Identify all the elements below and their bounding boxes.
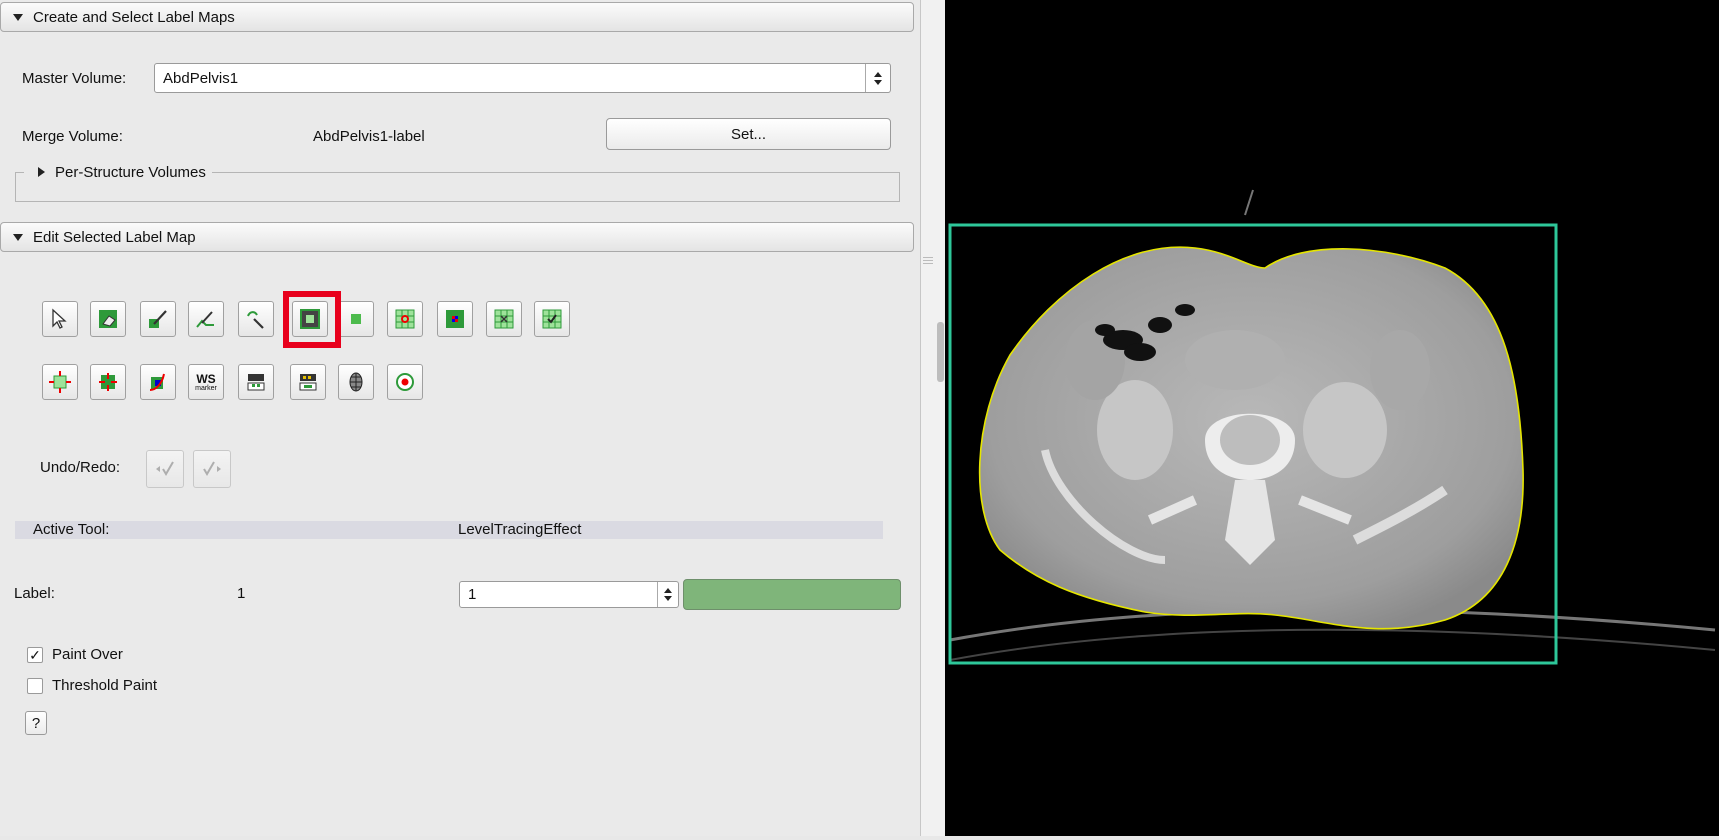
- scroll-handle[interactable]: [937, 322, 944, 382]
- merge-volume-value: AbdPelvis1-label: [313, 128, 425, 145]
- expand-arrow-icon: [38, 167, 45, 177]
- edit-label-map-section-header[interactable]: Edit Selected Label Map: [0, 222, 914, 252]
- master-volume-value: AbdPelvis1: [163, 69, 239, 87]
- default-tool-button[interactable]: [42, 301, 78, 337]
- change-label-button[interactable]: [140, 364, 176, 400]
- change-label-icon: [149, 373, 165, 391]
- pencil-draw-icon: [196, 311, 214, 328]
- eraser-icon: [99, 310, 117, 328]
- grow-cut-icon: [247, 374, 265, 391]
- draw-effect-button[interactable]: [188, 301, 224, 337]
- label-spinbox[interactable]: 1: [459, 581, 679, 608]
- watershed-marker-button[interactable]: WS marker: [188, 364, 224, 400]
- remove-grid-icon: [494, 309, 514, 329]
- master-volume-combobox[interactable]: AbdPelvis1: [154, 63, 891, 93]
- section-title: Edit Selected Label Map: [33, 228, 196, 246]
- change-island-button[interactable]: [437, 301, 473, 337]
- label-number: 1: [237, 585, 246, 602]
- active-tool-label: Active Tool:: [33, 521, 110, 538]
- erode-icon: [99, 373, 117, 391]
- erase-label-button[interactable]: [90, 301, 126, 337]
- level-tracing-button[interactable]: [238, 301, 274, 337]
- color-grid-icon: [446, 310, 464, 328]
- active-tool-bar: [15, 521, 883, 539]
- remove-islands-button[interactable]: [486, 301, 522, 337]
- undo-redo-label: Undo/Redo:: [40, 459, 121, 476]
- arrow-pointer-icon: [52, 308, 67, 329]
- rectangle-icon: [351, 314, 361, 324]
- check-grid-icon: [542, 309, 562, 329]
- undo-button[interactable]: [146, 450, 184, 488]
- label-label: Label:: [14, 585, 55, 602]
- checkmark-icon: ✓: [29, 647, 41, 663]
- redo-icon: [203, 461, 221, 476]
- fast-marching-icon: [299, 374, 317, 391]
- paint-effect-button[interactable]: [140, 301, 176, 337]
- help-button-label: ?: [31, 714, 41, 732]
- save-island-button[interactable]: [534, 301, 570, 337]
- per-structure-title: Per-Structure Volumes: [55, 163, 206, 181]
- help-button[interactable]: ?: [25, 711, 47, 735]
- rectangle-button[interactable]: [338, 301, 374, 337]
- paintbrush-icon: [149, 310, 167, 328]
- label-color-button[interactable]: [683, 579, 901, 610]
- merge-volume-label: Merge Volume:: [22, 128, 123, 145]
- model-button[interactable]: [338, 364, 374, 400]
- set-button-label: Set...: [730, 125, 767, 143]
- magic-wand-icon: [247, 311, 264, 329]
- wand-button[interactable]: [387, 364, 423, 400]
- slice-viewer[interactable]: [945, 0, 1719, 836]
- spinbox-arrows-icon: [657, 582, 678, 607]
- panel-splitter[interactable]: [920, 0, 946, 836]
- erode-button[interactable]: [90, 364, 126, 400]
- undo-icon: [156, 461, 174, 476]
- label-spinbox-value: 1: [468, 586, 477, 603]
- per-structure-volumes-toggle[interactable]: Per-Structure Volumes: [24, 162, 212, 182]
- grow-cut-button[interactable]: [238, 364, 274, 400]
- collapse-arrow-icon: [13, 13, 23, 21]
- threshold-paint-label: Threshold Paint: [52, 677, 158, 694]
- dilate-icon: [49, 371, 71, 393]
- redo-button[interactable]: [193, 450, 231, 488]
- identify-islands-button[interactable]: [387, 301, 423, 337]
- islands-grid-icon: [395, 309, 415, 329]
- paint-over-checkbox[interactable]: ✓: [27, 647, 43, 663]
- threshold-paint-checkbox[interactable]: [27, 678, 43, 694]
- ws-marker-icon: WS marker: [195, 373, 217, 392]
- combobox-arrows-icon: [865, 64, 890, 92]
- master-volume-label: Master Volume:: [22, 70, 127, 87]
- ct-axial-slice-image: [948, 189, 1716, 665]
- active-tool-value: LevelTracingEffect: [458, 521, 582, 538]
- selected-tool-highlight: [283, 291, 341, 348]
- ws-text: WS: [196, 371, 216, 386]
- target-icon: [396, 373, 414, 391]
- paint-over-label: Paint Over: [52, 646, 123, 663]
- model-mesh-icon: [349, 372, 363, 392]
- ws-subtext: marker: [195, 384, 217, 392]
- set-merge-volume-button[interactable]: Set...: [606, 118, 891, 150]
- fast-marching-button[interactable]: [290, 364, 326, 400]
- editor-module-panel: Create and Select Label Maps Master Volu…: [0, 0, 920, 836]
- create-label-maps-section-header[interactable]: Create and Select Label Maps: [0, 2, 914, 32]
- dilate-button[interactable]: [42, 364, 78, 400]
- section-title: Create and Select Label Maps: [33, 8, 235, 26]
- collapse-arrow-icon: [13, 233, 23, 241]
